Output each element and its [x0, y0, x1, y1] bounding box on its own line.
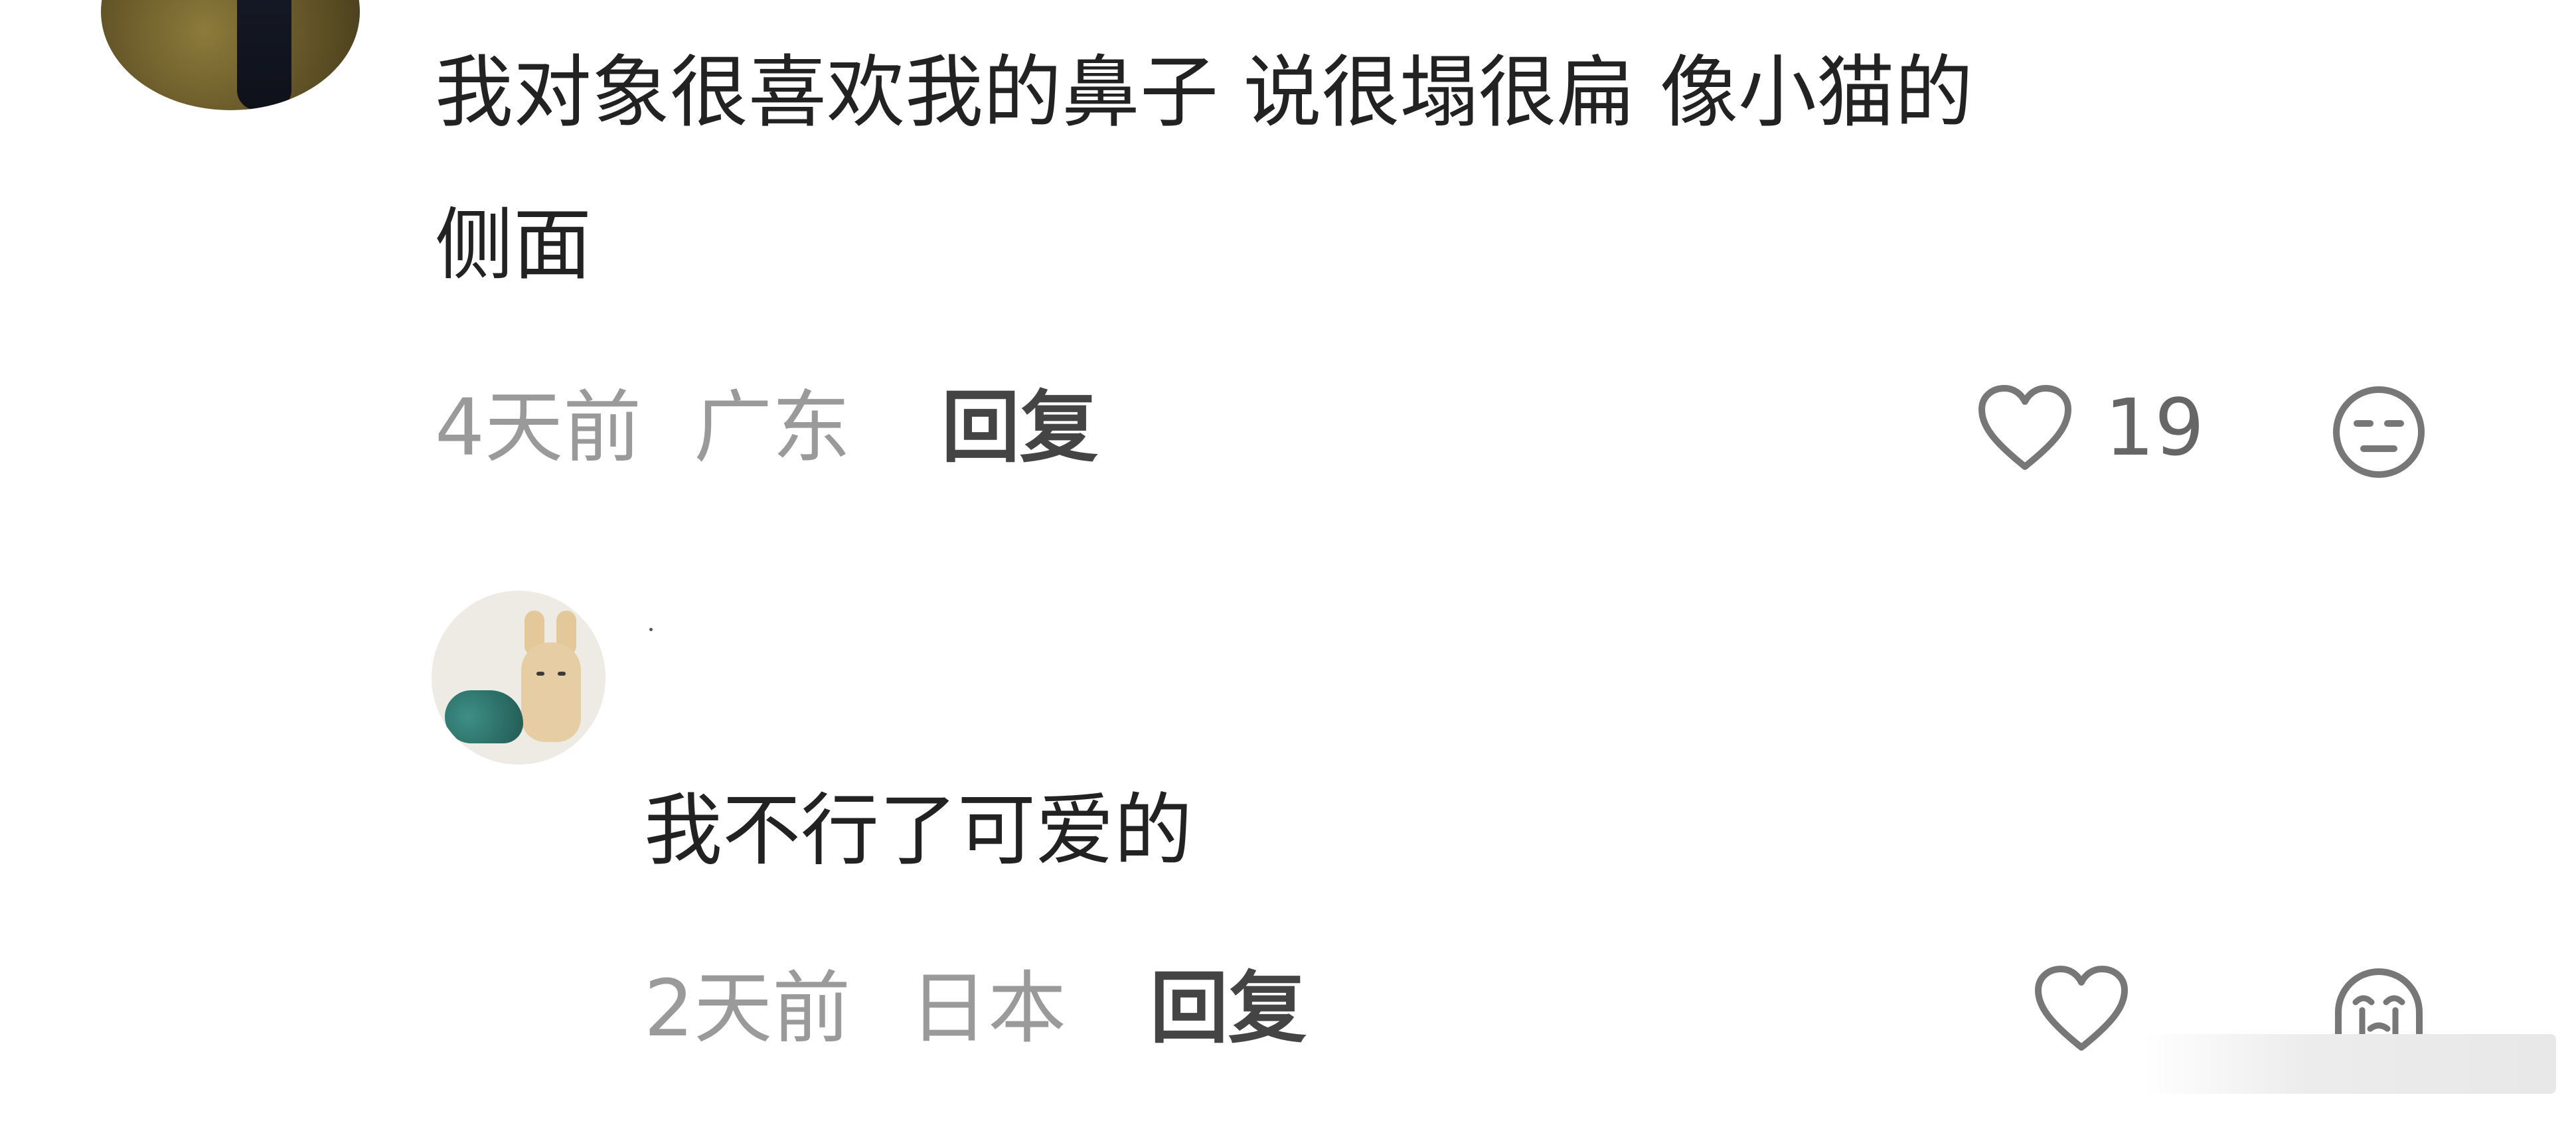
comment-location: 广东	[694, 382, 851, 473]
comment-reply-button[interactable]: 回复	[941, 388, 1098, 467]
decorative-dot	[649, 628, 653, 631]
avatar-figure	[237, 0, 291, 110]
comment-text-line-2: 侧面	[435, 199, 592, 291]
reply-time: 2天前	[644, 962, 851, 1054]
watermark-overlay	[2144, 1034, 2556, 1094]
plush-toy	[521, 642, 581, 742]
comment-like-count: 19	[2105, 382, 2205, 473]
replier-avatar[interactable]	[432, 591, 605, 765]
comment-thread: 我对象很喜欢我的鼻子 说很塌很扁 像小猫的 侧面 4天前 广东 回复 19 我不…	[0, 0, 2576, 1123]
plush-eye	[536, 672, 544, 676]
comment-time: 4天前	[435, 382, 642, 473]
plant-decor	[445, 690, 523, 743]
commenter-avatar[interactable]	[101, 0, 360, 110]
heart-outline-icon[interactable]	[2032, 962, 2131, 1055]
reply-text: 我不行了可爱的	[644, 785, 1193, 876]
plush-eye	[558, 672, 566, 676]
comment-text-line-1: 我对象很喜欢我的鼻子 说很塌很扁 像小猫的	[435, 46, 1974, 138]
heart-outline-icon[interactable]	[1975, 382, 2075, 475]
reply-reply-button[interactable]: 回复	[1150, 969, 1307, 1047]
reply-location: 日本	[910, 962, 1067, 1054]
unamused-face-icon[interactable]	[2329, 382, 2429, 482]
